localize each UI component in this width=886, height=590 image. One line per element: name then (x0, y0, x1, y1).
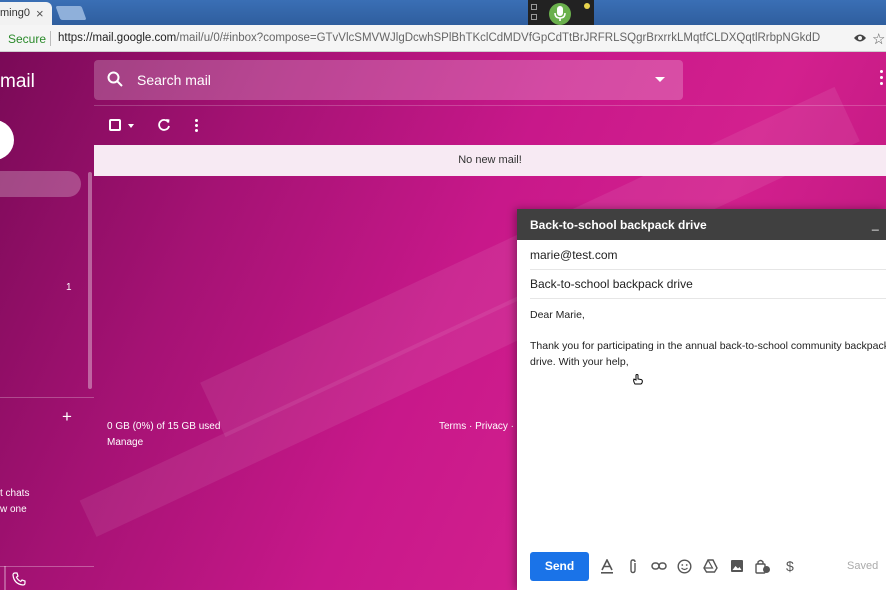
recorder-control-icon[interactable] (531, 14, 537, 20)
no-new-mail-text: No new mail! (458, 154, 522, 166)
browser-tab-strip: ming0 × (0, 0, 886, 25)
hangouts-start-new-link[interactable]: w one (0, 504, 27, 515)
hangouts-no-chats-text: t chats (0, 488, 30, 499)
formatting-icon[interactable] (600, 559, 614, 574)
new-tab-button[interactable] (55, 6, 87, 20)
hand-cursor-icon (633, 374, 643, 385)
sidebar-bottom-divider (0, 566, 94, 567)
tab-close-icon[interactable]: × (36, 6, 44, 21)
toolbar-divider (94, 105, 886, 106)
field-divider (530, 269, 886, 270)
subject-field[interactable]: Back-to-school backpack drive (530, 277, 886, 291)
body-line[interactable]: Thank you for participating in the annua… (530, 338, 886, 354)
body-line[interactable]: drive. With your help, (530, 354, 886, 370)
footer-links[interactable]: Terms · Privacy · (439, 421, 514, 432)
select-chevron-down-icon[interactable] (128, 124, 134, 128)
insert-photo-icon[interactable] (730, 559, 744, 573)
new-chat-plus-icon[interactable]: + (62, 407, 72, 427)
compose-button[interactable] (0, 120, 14, 160)
emoji-icon[interactable] (677, 559, 692, 574)
sidebar-item-inbox[interactable] (0, 171, 81, 197)
select-all-checkbox[interactable] (109, 119, 121, 131)
recorder-control-icon[interactable] (531, 4, 537, 10)
url-path: /mail/u/0/#inbox?compose=GTvVlcSMVWJlgDc… (176, 32, 821, 44)
url-host: https://mail.google.com (58, 32, 177, 44)
to-field[interactable]: marie@test.com (530, 248, 886, 262)
hangouts-divider (0, 397, 94, 398)
insert-link-icon[interactable] (651, 559, 667, 573)
sidebar-unread-count: 1 (66, 282, 72, 293)
search-icon[interactable] (107, 71, 123, 87)
refresh-icon[interactable] (157, 118, 171, 132)
search-input[interactable]: Search mail (137, 72, 211, 88)
browser-tab[interactable]: ming0 × (0, 2, 52, 25)
storage-usage: 0 GB (0%) of 15 GB used (107, 421, 221, 432)
more-options-icon[interactable] (195, 119, 199, 134)
address-bar[interactable]: Secure https://mail.google.com/mail/u/0/… (0, 25, 886, 52)
confidential-mode-icon[interactable] (755, 559, 771, 574)
manage-storage-link[interactable]: Manage (107, 437, 143, 448)
minimize-button[interactable]: _ (872, 217, 879, 231)
microphone-icon[interactable] (549, 3, 571, 25)
url-text[interactable]: https://mail.google.com/mail/u/0/#inbox?… (58, 32, 820, 44)
compose-window: Back-to-school backpack drive _ marie@te… (517, 209, 886, 590)
status-dot-icon (584, 3, 590, 9)
attach-icon[interactable] (628, 559, 638, 574)
field-divider (530, 298, 886, 299)
saved-status: Saved (847, 560, 879, 572)
browser-tab-title: ming0 (0, 7, 30, 19)
address-divider (50, 31, 51, 46)
search-bar[interactable]: Search mail (94, 60, 683, 100)
eye-icon[interactable] (853, 32, 867, 44)
sidebar-scrollbar[interactable] (88, 172, 92, 389)
compose-header[interactable]: Back-to-school backpack drive _ (517, 209, 886, 240)
phone-icon[interactable] (12, 572, 26, 586)
compose-title: Back-to-school backpack drive (530, 218, 707, 232)
google-drive-icon[interactable] (703, 559, 718, 573)
apps-menu-icon[interactable] (880, 70, 884, 88)
gmail-logo[interactable]: mail (0, 71, 35, 93)
bookmark-star-icon[interactable]: ☆ (872, 30, 885, 48)
body-greeting[interactable]: Dear Marie, (530, 307, 886, 323)
sidebar-bottom-bar (4, 566, 6, 590)
secure-label: Secure (8, 32, 47, 46)
send-button[interactable]: Send (530, 552, 589, 581)
search-options-chevron-icon[interactable] (655, 77, 665, 82)
empty-inbox-banner: No new mail! (94, 145, 886, 176)
send-money-dollar-icon[interactable]: $ (786, 558, 794, 574)
